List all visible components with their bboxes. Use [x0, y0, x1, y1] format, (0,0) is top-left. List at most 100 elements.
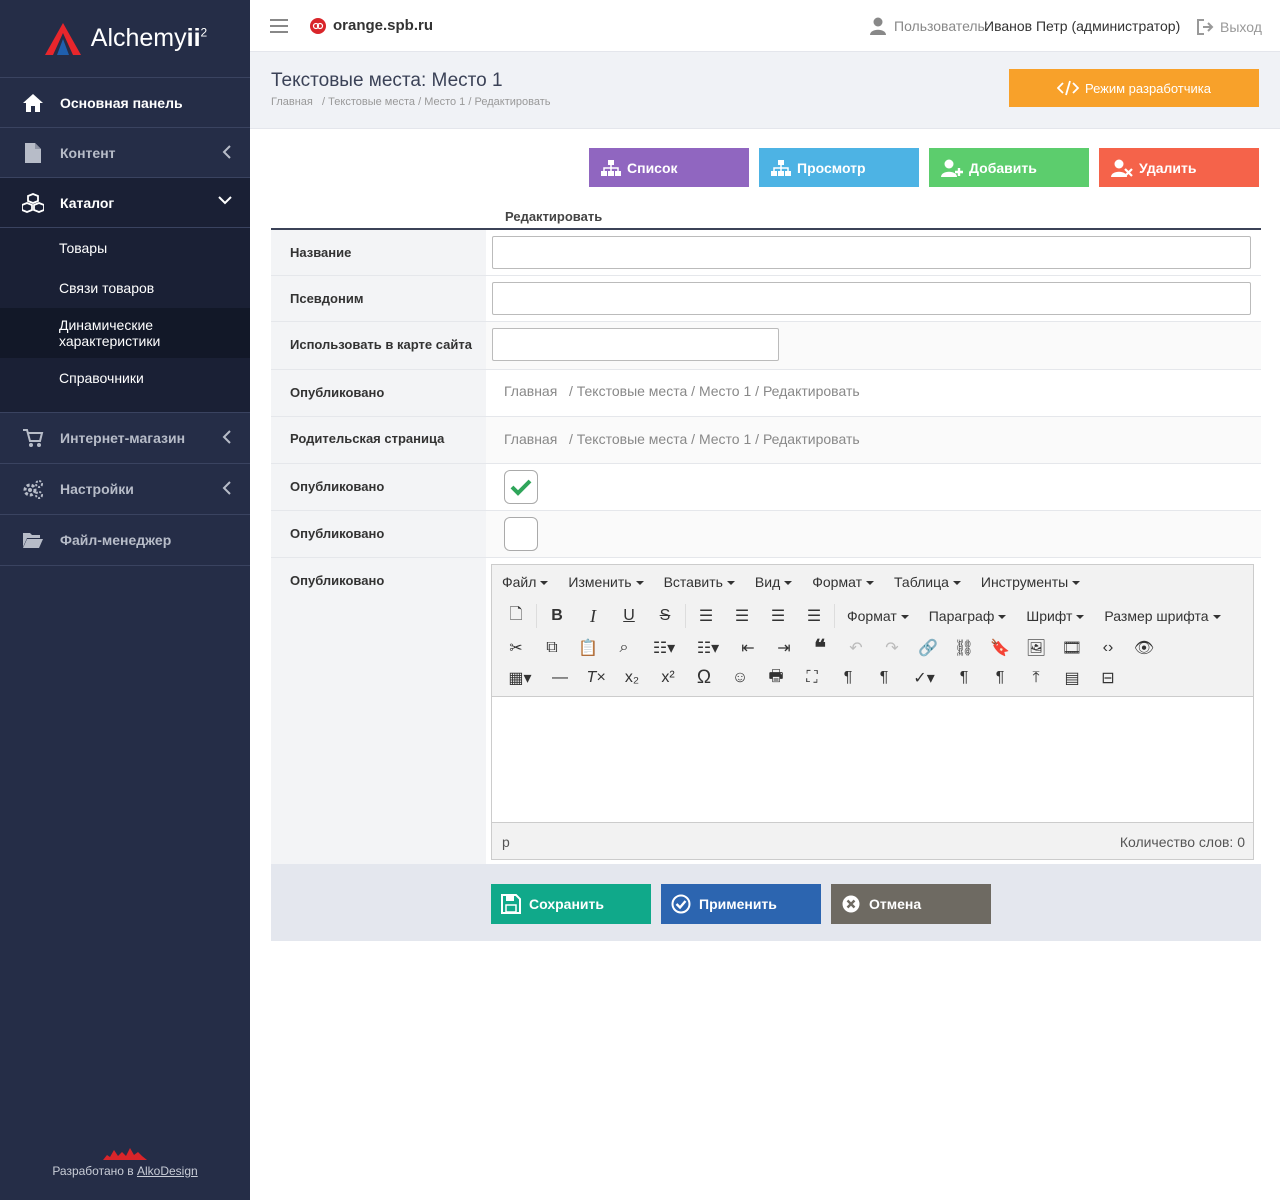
sidebar-subitem-dynamic-characteristics[interactable]: Динамические характеристики	[0, 308, 250, 358]
apply-button[interactable]: Применить	[661, 884, 821, 924]
format-dropdown[interactable]: Формат	[847, 608, 909, 624]
align-justify-icon[interactable]: ☰	[796, 603, 832, 629]
save-button[interactable]: Сохранить	[491, 884, 651, 924]
preview-icon[interactable]: 👁	[1126, 635, 1162, 661]
sidebar-item-content[interactable]: Контент	[0, 128, 250, 178]
breadcrumb-item[interactable]: Текстовые места	[328, 96, 415, 108]
redo-icon[interactable]: ↷	[874, 635, 910, 661]
list-button[interactable]: Список	[589, 148, 749, 187]
bold-icon[interactable]: B	[539, 603, 575, 629]
underline-icon[interactable]: U	[611, 603, 647, 629]
ltr-icon[interactable]: ¶	[830, 665, 866, 691]
paragraph-dropdown[interactable]: Параграф	[929, 608, 1007, 624]
breadcrumb-separator: /	[691, 431, 696, 447]
print-icon[interactable]: 🖶	[758, 665, 794, 691]
add-button[interactable]: Добавить	[929, 148, 1089, 187]
cut-icon[interactable]: ✂	[498, 635, 534, 661]
align-right-icon[interactable]: ☰	[760, 603, 796, 629]
editor-menu-file[interactable]: Файл	[502, 574, 548, 590]
sidebar-item-dashboard[interactable]: Основная панель	[0, 78, 250, 128]
cancel-button[interactable]: Отмена	[831, 884, 991, 924]
editor-menu-edit[interactable]: Изменить	[568, 574, 643, 590]
site-link[interactable]: orange.spb.ru	[333, 17, 433, 34]
show-blocks-icon[interactable]: ¶	[946, 665, 982, 691]
editor-content-area[interactable]	[492, 696, 1253, 823]
topbar: orange.spb.ru Пользователь: Иванов Петр …	[250, 0, 1280, 52]
template-icon[interactable]: ▤	[1054, 665, 1090, 691]
table-icon[interactable]: ▦▾	[498, 665, 542, 691]
published-checkbox-checked[interactable]	[504, 470, 538, 504]
sitemap-input[interactable]	[492, 328, 779, 361]
copy-icon[interactable]: ⧉	[534, 635, 570, 661]
editor-menu-table[interactable]: Таблица	[894, 574, 961, 590]
subscript-icon[interactable]: x₂	[614, 665, 650, 691]
breadcrumb-item[interactable]: Главная	[271, 96, 313, 108]
developer-mode-button[interactable]: Режим разработчика	[1009, 69, 1259, 107]
apply-label: Применить	[699, 896, 777, 912]
font-size-dropdown[interactable]: Размер шрифта	[1104, 608, 1220, 624]
font-dropdown[interactable]: Шрифт	[1026, 608, 1084, 624]
unlink-icon[interactable]: ⛓	[946, 635, 982, 661]
italic-icon[interactable]: I	[575, 603, 611, 629]
rtl-icon[interactable]: ¶	[866, 665, 902, 691]
align-center-icon[interactable]: ☰	[724, 603, 760, 629]
bookmark-icon[interactable]: 🔖	[982, 635, 1018, 661]
home-icon	[22, 92, 44, 114]
find-icon[interactable]: ⌕	[606, 635, 642, 661]
sidebar-subitem-products[interactable]: Товары	[0, 228, 250, 268]
visual-chars-icon[interactable]: ¶	[982, 665, 1018, 691]
field-label: Опубликовано	[271, 558, 486, 864]
sidebar: Alchemyii2 Основная панель Контент Катал…	[0, 0, 250, 1200]
logout-link[interactable]: Выход	[1220, 19, 1262, 35]
editor-menubar: Файл Изменить Вставить Вид Формат Таблиц…	[492, 565, 1253, 599]
new-document-icon[interactable]: 🗋	[498, 603, 534, 629]
breadcrumb-item[interactable]: Место 1	[424, 96, 465, 108]
blockquote-icon[interactable]: ❝	[802, 635, 838, 661]
editor-menu-view[interactable]: Вид	[755, 574, 792, 590]
emoticon-icon[interactable]: ☺	[722, 665, 758, 691]
published-checkbox-unchecked[interactable]	[504, 517, 538, 551]
align-left-icon[interactable]: ☰	[688, 603, 724, 629]
editor-menu-tools[interactable]: Инструменты	[981, 574, 1080, 590]
field-value	[486, 230, 1261, 275]
brand-logo[interactable]: Alchemyii2	[0, 0, 250, 78]
name-input[interactable]	[492, 236, 1251, 269]
numbered-list-icon[interactable]: ☷▾	[686, 635, 730, 661]
sidebar-subitem-dictionaries[interactable]: Справочники	[0, 358, 250, 398]
form-header: Редактировать	[505, 209, 603, 224]
special-char-icon[interactable]: Ω	[686, 665, 722, 691]
code-view-icon[interactable]: ‹›	[1090, 635, 1126, 661]
sidebar-item-shop[interactable]: Интернет-магазин	[0, 413, 250, 464]
superscript-icon[interactable]: x²	[650, 665, 686, 691]
sidebar-item-settings[interactable]: Настройки	[0, 464, 250, 515]
sidebar-item-catalog[interactable]: Каталог	[0, 178, 250, 228]
page-break-icon[interactable]: ⊟	[1090, 665, 1126, 691]
editor-menu-format[interactable]: Формат	[812, 574, 874, 590]
clear-formatting-icon[interactable]: T×	[578, 665, 614, 691]
breadcrumb-value: Главная / Текстовые места / Место 1 / Ре…	[504, 431, 860, 447]
editor-menu-insert[interactable]: Вставить	[664, 574, 735, 590]
image-icon[interactable]: 🖼	[1018, 635, 1054, 661]
sidebar-subitem-product-links[interactable]: Связи товаров	[0, 268, 250, 308]
fullscreen-icon[interactable]: ⛶	[794, 665, 830, 691]
view-button[interactable]: Просмотр	[759, 148, 919, 187]
link-icon[interactable]: 🔗	[910, 635, 946, 661]
toolbar-separator	[536, 604, 537, 628]
strikethrough-icon[interactable]: S	[647, 603, 683, 629]
undo-icon[interactable]: ↶	[838, 635, 874, 661]
alias-input[interactable]	[492, 282, 1251, 315]
spellcheck-icon[interactable]: ✓▾	[902, 665, 946, 691]
insert-datetime-icon[interactable]: ⤒	[1018, 665, 1054, 691]
outdent-icon[interactable]: ⇤	[730, 635, 766, 661]
horizontal-rule-icon[interactable]: —	[542, 665, 578, 691]
delete-button[interactable]: Удалить	[1099, 148, 1259, 187]
user-name[interactable]: Иванов Петр (администратор)	[984, 18, 1180, 34]
editor-path[interactable]: p	[502, 834, 510, 850]
paste-icon[interactable]: 📋	[570, 635, 606, 661]
alkodesign-link[interactable]: AlkoDesign	[137, 1164, 198, 1178]
hamburger-icon[interactable]	[270, 19, 288, 33]
media-icon[interactable]: 🎞	[1054, 635, 1090, 661]
sidebar-item-file-manager[interactable]: Файл-менеджер	[0, 515, 250, 566]
bullet-list-icon[interactable]: ☷▾	[642, 635, 686, 661]
indent-icon[interactable]: ⇥	[766, 635, 802, 661]
